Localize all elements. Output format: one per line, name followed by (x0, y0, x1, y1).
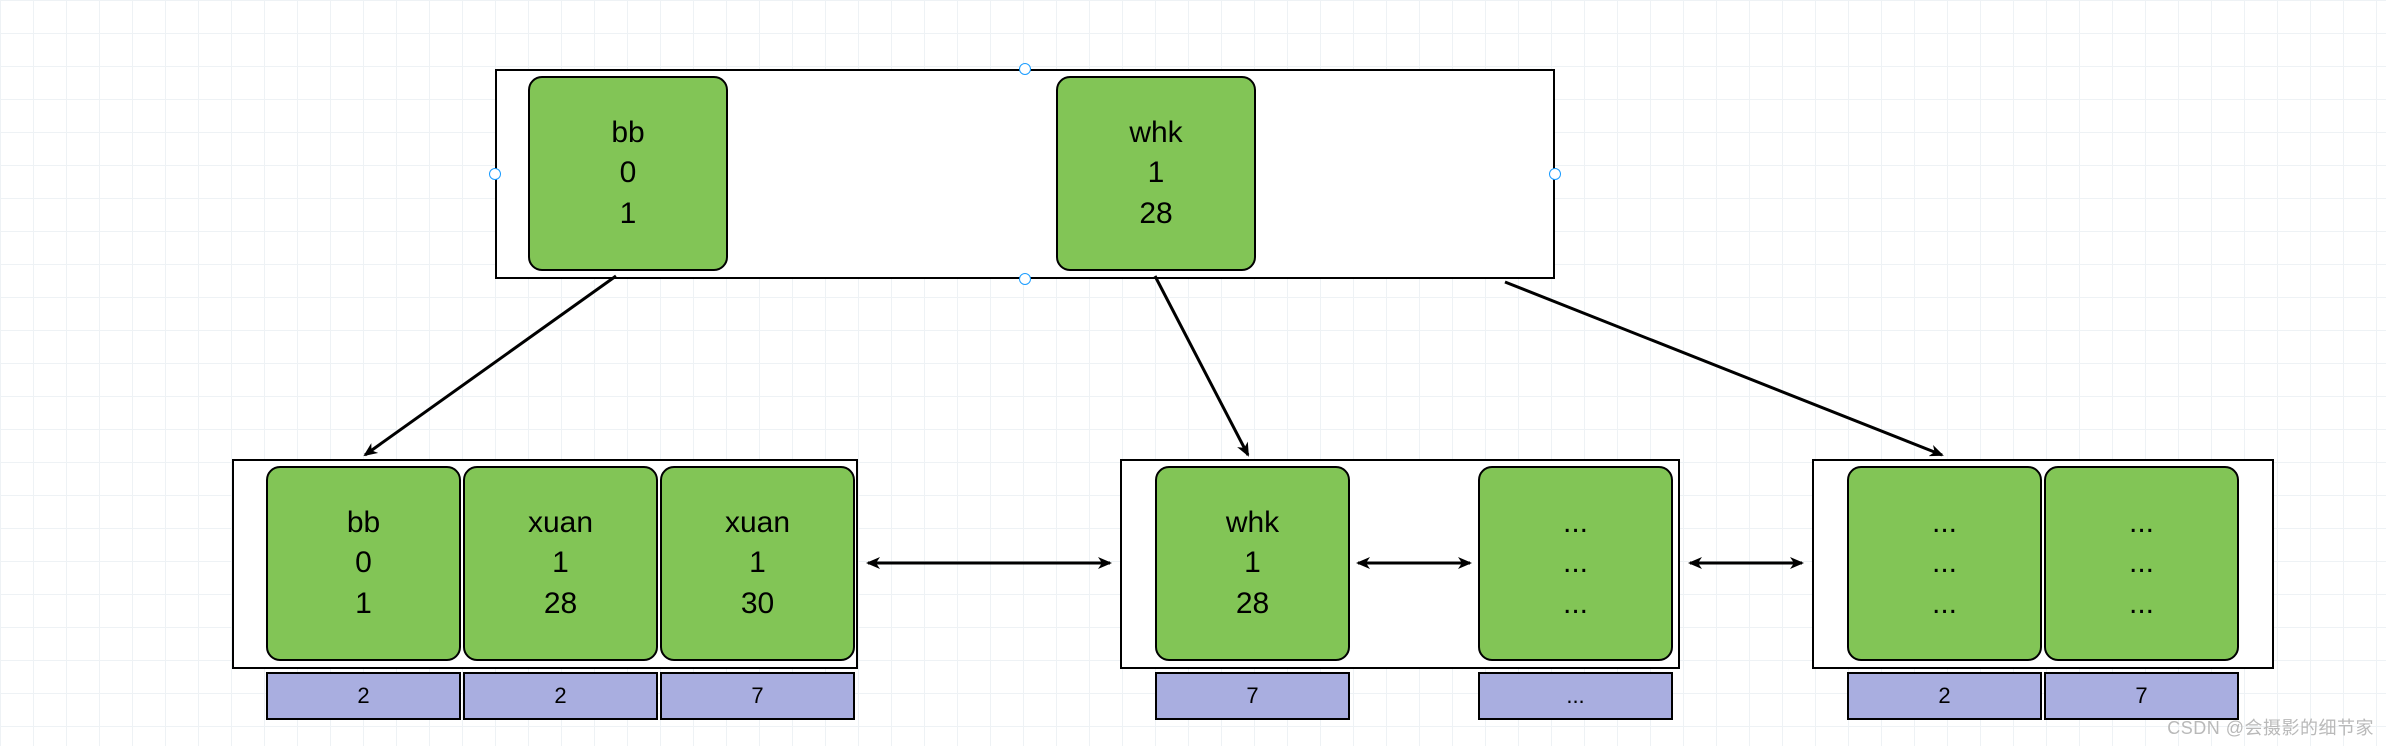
node-line: ... (1932, 543, 1957, 584)
node-line: ... (1932, 503, 1957, 544)
node-line: xuan (725, 503, 790, 544)
tag-value: 2 (1938, 683, 1950, 709)
node-line: 0 (620, 153, 637, 194)
bottom-node-whk[interactable]: whk 1 28 (1155, 466, 1350, 661)
node-line: bb (611, 113, 644, 154)
node-line: 1 (749, 543, 766, 584)
node-line: ... (2129, 503, 2154, 544)
bottom-node-bb[interactable]: bb 0 1 (266, 466, 461, 661)
bottom-node-ellipsis-2[interactable]: ... ... ... (1847, 466, 2042, 661)
tag-value: 2 (357, 683, 369, 709)
bottom-node-ellipsis-3[interactable]: ... ... ... (2044, 466, 2239, 661)
bottom-node-xuan-2[interactable]: xuan 1 30 (660, 466, 855, 661)
selection-handle[interactable] (1549, 168, 1561, 180)
node-line: ... (2129, 584, 2154, 625)
node-line: ... (1563, 584, 1588, 625)
node-line: xuan (528, 503, 593, 544)
tag: 7 (2044, 672, 2239, 720)
tag: 2 (1847, 672, 2042, 720)
node-line: whk (1226, 503, 1279, 544)
tag-value: 2 (554, 683, 566, 709)
bottom-node-xuan-1[interactable]: xuan 1 28 (463, 466, 658, 661)
tag-value: 7 (1246, 683, 1258, 709)
tag: 2 (266, 672, 461, 720)
tag-value: ... (1566, 683, 1584, 709)
selection-handle[interactable] (1019, 273, 1031, 285)
node-line: 0 (355, 543, 372, 584)
tag-value: 7 (2135, 683, 2147, 709)
node-line: 30 (741, 584, 774, 625)
selection-handle[interactable] (1019, 63, 1031, 75)
arrow-right-to-group3 (1505, 282, 1942, 455)
arrow-bb-to-group1 (365, 276, 616, 455)
tag: 2 (463, 672, 658, 720)
top-node-bb[interactable]: bb 0 1 (528, 76, 728, 271)
node-line: 28 (544, 584, 577, 625)
tag: 7 (1155, 672, 1350, 720)
node-line: 1 (1148, 153, 1165, 194)
arrow-whk-to-group2 (1155, 276, 1248, 455)
tag: ... (1478, 672, 1673, 720)
node-line: 1 (355, 584, 372, 625)
node-line: 1 (552, 543, 569, 584)
node-line: whk (1129, 113, 1182, 154)
node-line: ... (2129, 543, 2154, 584)
node-line: ... (1563, 543, 1588, 584)
top-node-whk[interactable]: whk 1 28 (1056, 76, 1256, 271)
watermark-text: CSDN @会摄影的细节家 (2167, 718, 2374, 738)
node-line: ... (1563, 503, 1588, 544)
tag-value: 7 (751, 683, 763, 709)
node-line: 1 (1244, 543, 1261, 584)
node-line: bb (347, 503, 380, 544)
watermark: CSDN @会摄影的细节家 (2167, 714, 2374, 740)
tag: 7 (660, 672, 855, 720)
bottom-node-ellipsis-1[interactable]: ... ... ... (1478, 466, 1673, 661)
node-line: ... (1932, 584, 1957, 625)
selection-handle[interactable] (489, 168, 501, 180)
node-line: 1 (620, 194, 637, 235)
node-line: 28 (1236, 584, 1269, 625)
node-line: 28 (1139, 194, 1172, 235)
